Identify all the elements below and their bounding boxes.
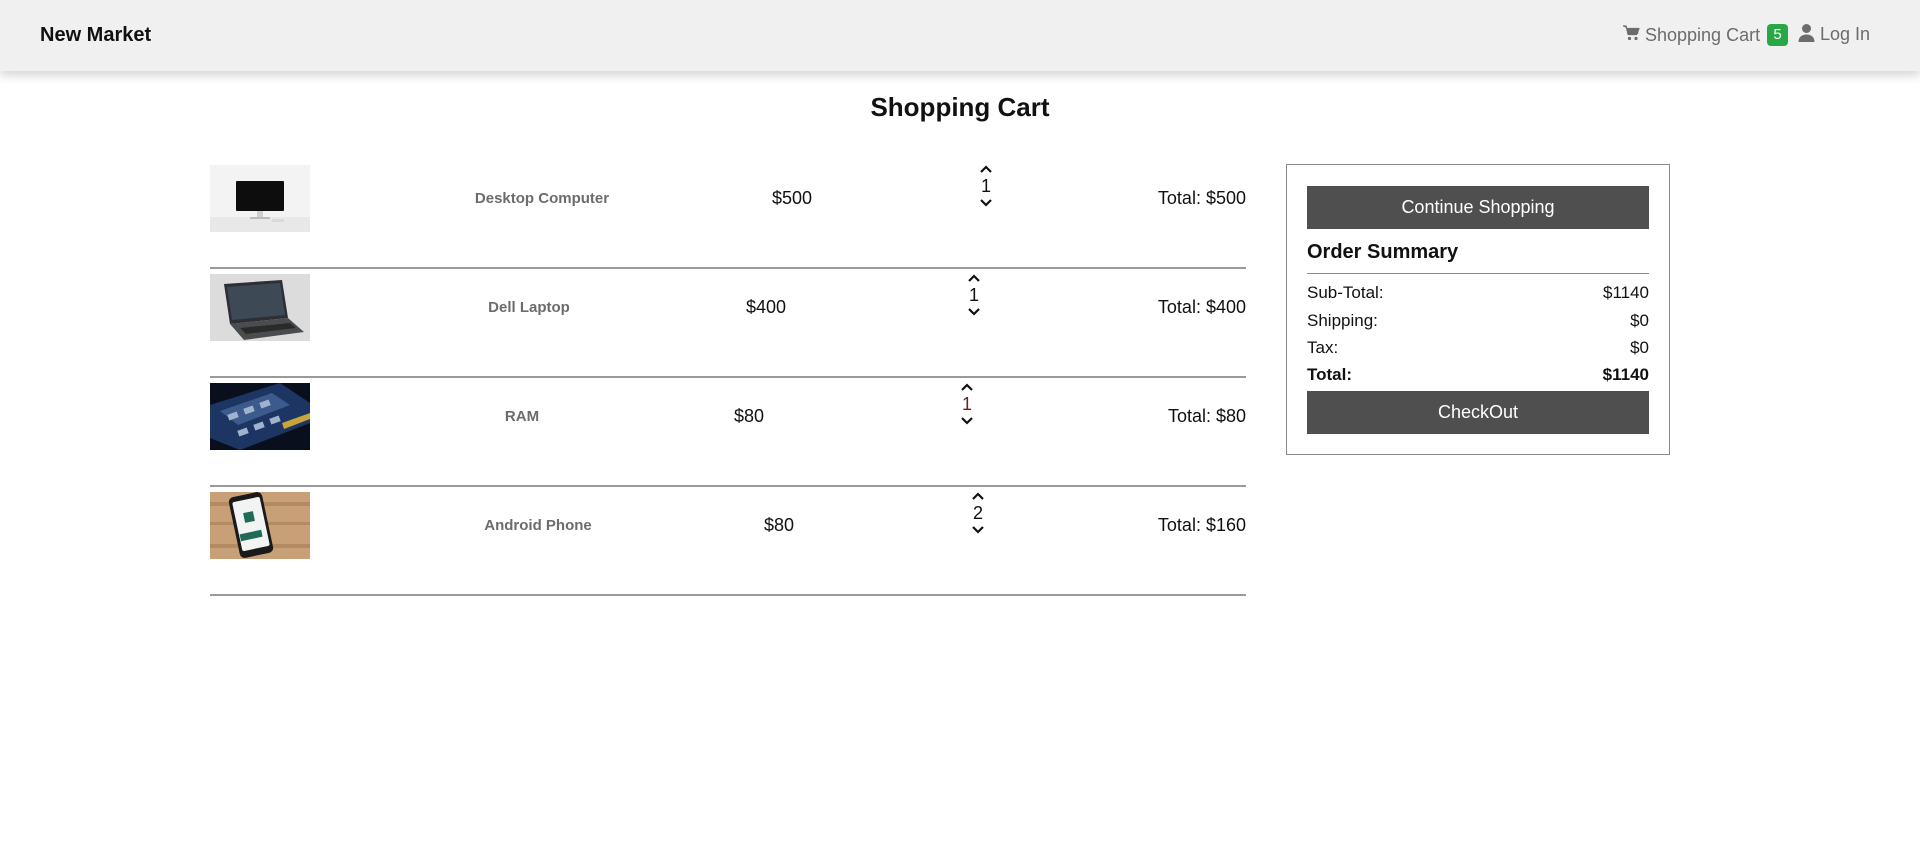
ram-module-image bbox=[210, 383, 310, 450]
decrease-quantity-chevron-down-icon[interactable] bbox=[979, 198, 993, 208]
subtotal-label: Sub-Total: bbox=[1307, 283, 1384, 302]
total-label: Total: bbox=[1307, 365, 1353, 384]
cart-item-row: Dell Laptop $400 1 Total: $400 bbox=[210, 269, 1246, 378]
decrease-quantity-chevron-down-icon[interactable] bbox=[971, 525, 985, 535]
product-name: Desktop Computer bbox=[474, 190, 610, 207]
line-total: Total: $160 bbox=[1157, 515, 1246, 535]
cart-item-row: RAM $80 1 Total: $80 bbox=[210, 378, 1246, 487]
laptop-image bbox=[210, 274, 310, 341]
tax-label: Tax: bbox=[1307, 338, 1339, 357]
shipping-value: $0 bbox=[1630, 311, 1649, 330]
cart-item-row: Android Phone $80 2 Total: $160 bbox=[210, 487, 1246, 596]
shopping-cart-icon bbox=[1622, 24, 1640, 42]
shipping-label: Shipping: bbox=[1307, 311, 1378, 330]
top-navbar: New Market Shopping Cart 5 Log In bbox=[0, 0, 1920, 71]
continue-shopping-button[interactable]: Continue Shopping bbox=[1307, 186, 1649, 229]
quantity-stepper: 1 bbox=[974, 164, 998, 208]
product-name: Dell Laptop bbox=[488, 299, 570, 316]
line-total: Total: $80 bbox=[1167, 406, 1246, 426]
order-summary-panel: Continue Shopping Order Summary Sub-Tota… bbox=[1286, 164, 1670, 455]
cart-count-badge: 5 bbox=[1767, 24, 1789, 46]
tax-line: Tax: $0 bbox=[1307, 338, 1649, 360]
increase-quantity-chevron-up-icon[interactable] bbox=[960, 382, 974, 392]
quantity-stepper: 1 bbox=[955, 382, 979, 426]
increase-quantity-chevron-up-icon[interactable] bbox=[979, 164, 993, 174]
product-price: $80 bbox=[763, 515, 795, 535]
login-link[interactable]: Log In bbox=[1798, 23, 1871, 45]
quantity-stepper: 1 bbox=[962, 273, 986, 317]
quantity-value: 1 bbox=[980, 176, 991, 196]
total-line: Total: $1140 bbox=[1307, 365, 1649, 387]
user-icon bbox=[1798, 23, 1815, 43]
line-total: Total: $400 bbox=[1157, 297, 1246, 317]
brand-logo-link[interactable]: New Market bbox=[40, 24, 151, 47]
cart-item-row: Desktop Computer $500 1 Total: $500 bbox=[210, 160, 1246, 269]
shopping-cart-link[interactable]: Shopping Cart 5 bbox=[1622, 24, 1789, 46]
checkout-button[interactable]: CheckOut bbox=[1307, 391, 1649, 434]
tax-value: $0 bbox=[1630, 338, 1649, 357]
product-price: $80 bbox=[733, 406, 765, 426]
product-price: $400 bbox=[745, 297, 787, 317]
shipping-line: Shipping: $0 bbox=[1307, 311, 1649, 333]
product-name: RAM bbox=[504, 408, 540, 425]
quantity-value: 1 bbox=[961, 394, 972, 414]
subtotal-value: $1140 bbox=[1602, 283, 1649, 302]
android-phone-image bbox=[210, 492, 310, 559]
summary-divider bbox=[1307, 273, 1649, 274]
cart-items-list: Desktop Computer $500 1 Total: $500 Dell… bbox=[210, 160, 1246, 596]
decrease-quantity-chevron-down-icon[interactable] bbox=[967, 307, 981, 317]
shopping-cart-label: Shopping Cart bbox=[1645, 24, 1761, 45]
total-value: $1140 bbox=[1602, 365, 1649, 384]
row-divider bbox=[210, 594, 1246, 596]
quantity-value: 1 bbox=[968, 285, 979, 305]
subtotal-line: Sub-Total: $1140 bbox=[1307, 283, 1649, 305]
quantity-value: 2 bbox=[972, 503, 983, 523]
page-title: Shopping Cart bbox=[870, 92, 1050, 122]
increase-quantity-chevron-up-icon[interactable] bbox=[971, 491, 985, 501]
login-label: Log In bbox=[1820, 24, 1871, 44]
increase-quantity-chevron-up-icon[interactable] bbox=[967, 273, 981, 283]
quantity-stepper: 2 bbox=[966, 491, 990, 535]
desktop-computer-image bbox=[210, 165, 310, 232]
product-price: $500 bbox=[771, 188, 813, 208]
line-total: Total: $500 bbox=[1157, 188, 1246, 208]
decrease-quantity-chevron-down-icon[interactable] bbox=[960, 416, 974, 426]
product-name: Android Phone bbox=[484, 517, 592, 534]
order-summary-title: Order Summary bbox=[1307, 241, 1459, 263]
